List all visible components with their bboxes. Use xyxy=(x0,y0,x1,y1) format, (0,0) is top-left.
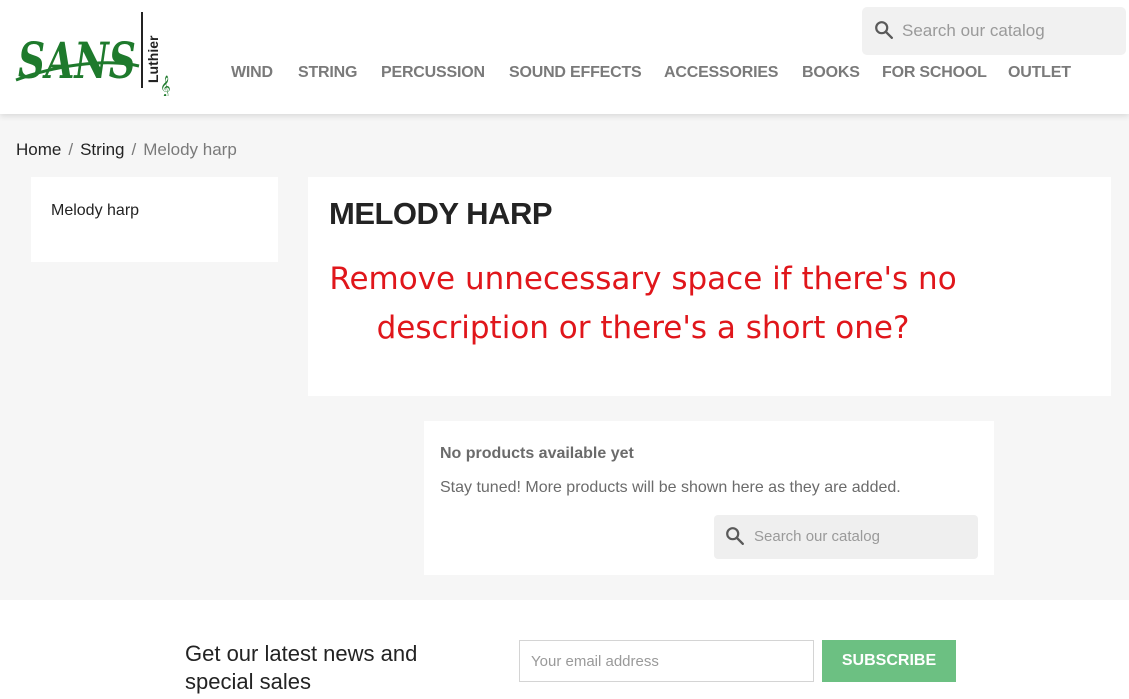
breadcrumb-current: Melody harp xyxy=(143,140,237,159)
logo-image: SANS Luthier 𝄞 xyxy=(15,12,171,97)
site-header: SANS Luthier 𝄞 Search our catalog WIND S… xyxy=(0,0,1129,114)
no-products-search[interactable]: Search our catalog xyxy=(714,515,978,559)
email-placeholder[interactable]: Your email address xyxy=(531,653,659,670)
breadcrumb-home[interactable]: Home xyxy=(16,140,61,159)
category-sidebar: Melody harp xyxy=(31,177,278,262)
header-search[interactable]: Search our catalog xyxy=(862,7,1126,55)
sidebar-item-melody-harp[interactable]: Melody harp xyxy=(51,202,139,220)
nav-item-books[interactable]: BOOKS xyxy=(802,64,860,82)
no-products-panel: No products available yet Stay tuned! Mo… xyxy=(424,421,994,575)
site-logo[interactable]: SANS Luthier 𝄞 xyxy=(14,8,174,97)
no-products-message: Stay tuned! More products will be shown … xyxy=(440,479,901,496)
nav-item-percussion[interactable]: PERCUSSION xyxy=(381,64,485,82)
review-annotation: Remove unnecessary space if there's no d… xyxy=(329,261,957,346)
search-icon xyxy=(875,21,893,39)
category-header: MELODY HARP Remove unnecessary space if … xyxy=(308,177,1111,396)
subscribe-button[interactable]: SUBSCRIBE xyxy=(822,640,956,682)
nav-item-accessories[interactable]: ACCESSORIES xyxy=(664,64,778,82)
nav-item-sound-effects[interactable]: SOUND EFFECTS xyxy=(509,64,642,82)
breadcrumb-separator: / xyxy=(68,140,74,159)
breadcrumb-string[interactable]: String xyxy=(80,140,124,159)
logo-subtext: Luthier xyxy=(145,35,161,83)
no-products-title: No products available yet xyxy=(440,445,634,462)
logo-text: SANS xyxy=(18,31,136,90)
newsletter-title: Get our latest news and special sales xyxy=(185,641,418,694)
header-search-placeholder[interactable]: Search our catalog xyxy=(902,21,1045,41)
newsletter-section: Get our latest news and special sales Yo… xyxy=(0,600,1129,699)
email-field[interactable]: Your email address xyxy=(519,640,814,682)
no-products-search-placeholder[interactable]: Search our catalog xyxy=(754,528,880,545)
breadcrumb: Home / String / Melody harp xyxy=(16,140,237,160)
search-icon xyxy=(726,527,744,545)
nav-item-outlet[interactable]: OUTLET xyxy=(1008,64,1071,82)
svg-text:𝄞: 𝄞 xyxy=(160,76,171,96)
nav-item-wind[interactable]: WIND xyxy=(231,64,273,82)
nav-item-string[interactable]: STRING xyxy=(298,64,357,82)
page-title: MELODY HARP xyxy=(329,196,553,231)
nav-item-for-school[interactable]: FOR SCHOOL xyxy=(882,64,987,82)
breadcrumb-separator: / xyxy=(131,140,137,159)
